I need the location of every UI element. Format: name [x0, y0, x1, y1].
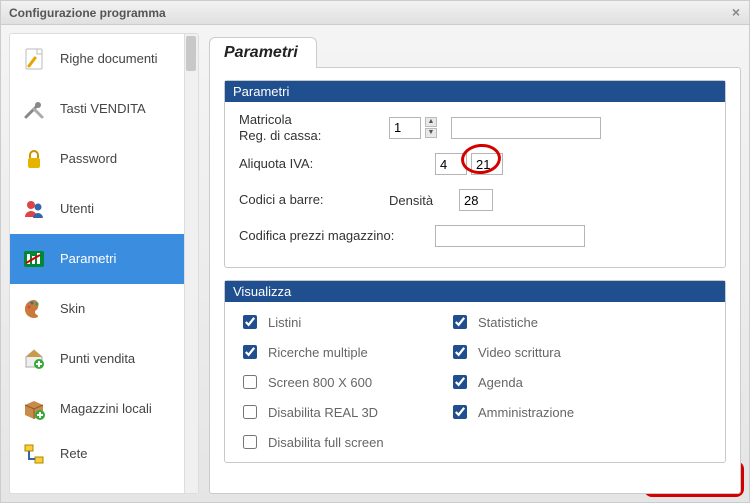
sidebar-item-label: Rete [60, 447, 87, 462]
chk-real3d[interactable]: Disabilita REAL 3D [239, 402, 439, 422]
checkbox[interactable] [453, 315, 467, 329]
sidebar-item-skin[interactable]: Skin [10, 284, 184, 334]
checkbox[interactable] [453, 405, 467, 419]
sidebar-item-magazzini[interactable]: Magazzini locali [10, 384, 184, 434]
chk-agenda[interactable]: Agenda [449, 372, 649, 392]
scrollbar-thumb[interactable] [186, 36, 196, 71]
chk-label: Disabilita REAL 3D [268, 405, 378, 420]
chk-ricerche[interactable]: Ricerche multiple [239, 342, 439, 362]
parameters-icon [18, 243, 50, 275]
sidebar-scrollbar[interactable] [184, 34, 198, 493]
chk-admin[interactable]: Amministrazione [449, 402, 649, 422]
chk-label: Video scrittura [478, 345, 561, 360]
checkbox[interactable] [453, 345, 467, 359]
chk-label: Listini [268, 315, 301, 330]
window-body: Righe documenti Tasti VENDITA Password [1, 25, 749, 502]
panel: Parametri Matricola Reg. di cassa: ▲ ▼ [209, 67, 741, 494]
densita-input[interactable] [459, 189, 493, 211]
group-visualizza: Visualizza Listini Statistiche Ricerche … [224, 280, 726, 463]
sidebar-item-password[interactable]: Password [10, 134, 184, 184]
sidebar-item-label: Tasti VENDITA [60, 102, 146, 117]
tab-label: Parametri [224, 44, 298, 61]
titlebar: Configurazione programma × [1, 1, 749, 25]
chk-video[interactable]: Video scrittura [449, 342, 649, 362]
sidebar-item-label: Punti vendita [60, 352, 135, 367]
checkbox[interactable] [243, 315, 257, 329]
codifica-input[interactable] [435, 225, 585, 247]
sidebar-item-rete[interactable]: Rete [10, 434, 184, 474]
sidebar-item-righe-documenti[interactable]: Righe documenti [10, 34, 184, 84]
users-icon [18, 193, 50, 225]
chk-label: Statistiche [478, 315, 538, 330]
checkbox[interactable] [243, 405, 257, 419]
sidebar-item-label: Parametri [60, 252, 116, 267]
chk-label: Agenda [478, 375, 523, 390]
sidebar: Righe documenti Tasti VENDITA Password [9, 33, 199, 494]
group-parametri: Parametri Matricola Reg. di cassa: ▲ ▼ [224, 80, 726, 268]
box-icon [18, 393, 50, 425]
tab-parametri[interactable]: Parametri [209, 37, 317, 68]
document-icon [18, 43, 50, 75]
spinner-down-icon[interactable]: ▼ [425, 128, 437, 138]
group-title: Visualizza [225, 281, 725, 302]
lock-icon [18, 143, 50, 175]
checkbox[interactable] [453, 375, 467, 389]
config-window: Configurazione programma × Righe documen… [0, 0, 750, 503]
sidebar-item-label: Righe documenti [60, 52, 158, 67]
matricola-text-input[interactable] [451, 117, 601, 139]
network-icon [18, 438, 50, 470]
sidebar-item-label: Utenti [60, 202, 94, 217]
sidebar-item-label: Skin [60, 302, 85, 317]
densita-label: Densità [389, 193, 459, 208]
sidebar-item-tasti-vendita[interactable]: Tasti VENDITA [10, 84, 184, 134]
spinner-up-icon[interactable]: ▲ [425, 117, 437, 127]
codici-label: Codici a barre: [239, 192, 389, 208]
close-icon[interactable]: × [729, 5, 743, 19]
palette-icon [18, 293, 50, 325]
chk-fullscreen[interactable]: Disabilita full screen [239, 432, 439, 452]
tools-icon [18, 93, 50, 125]
store-icon [18, 343, 50, 375]
sidebar-item-label: Magazzini locali [60, 402, 152, 417]
content-area: Parametri Parametri Matricola Reg. di ca… [209, 33, 741, 494]
sidebar-item-label: Password [60, 152, 117, 167]
sidebar-item-utenti[interactable]: Utenti [10, 184, 184, 234]
tab-strip: Parametri [209, 33, 741, 67]
chk-label: Amministrazione [478, 405, 574, 420]
checkbox[interactable] [243, 345, 257, 359]
chk-label: Disabilita full screen [268, 435, 384, 450]
sidebar-item-punti-vendita[interactable]: Punti vendita [10, 334, 184, 384]
matricola-label: Matricola Reg. di cassa: [239, 112, 389, 143]
chk-listini[interactable]: Listini [239, 312, 439, 332]
matricola-spinner: ▲ ▼ [425, 117, 437, 138]
aliquota-input-1[interactable] [435, 153, 467, 175]
checkbox[interactable] [243, 435, 257, 449]
aliquota-input-2[interactable] [471, 153, 503, 175]
chk-statistiche[interactable]: Statistiche [449, 312, 649, 332]
aliquota-label: Aliquota IVA: [239, 156, 389, 172]
window-title: Configurazione programma [9, 6, 166, 20]
sidebar-item-parametri[interactable]: Parametri [10, 234, 184, 284]
codifica-label: Codifica prezzi magazzino: [239, 228, 435, 244]
matricola-input[interactable] [389, 117, 421, 139]
chk-screen800[interactable]: Screen 800 X 600 [239, 372, 439, 392]
checkbox[interactable] [243, 375, 257, 389]
chk-label: Screen 800 X 600 [268, 375, 372, 390]
group-title: Parametri [225, 81, 725, 102]
chk-label: Ricerche multiple [268, 345, 368, 360]
